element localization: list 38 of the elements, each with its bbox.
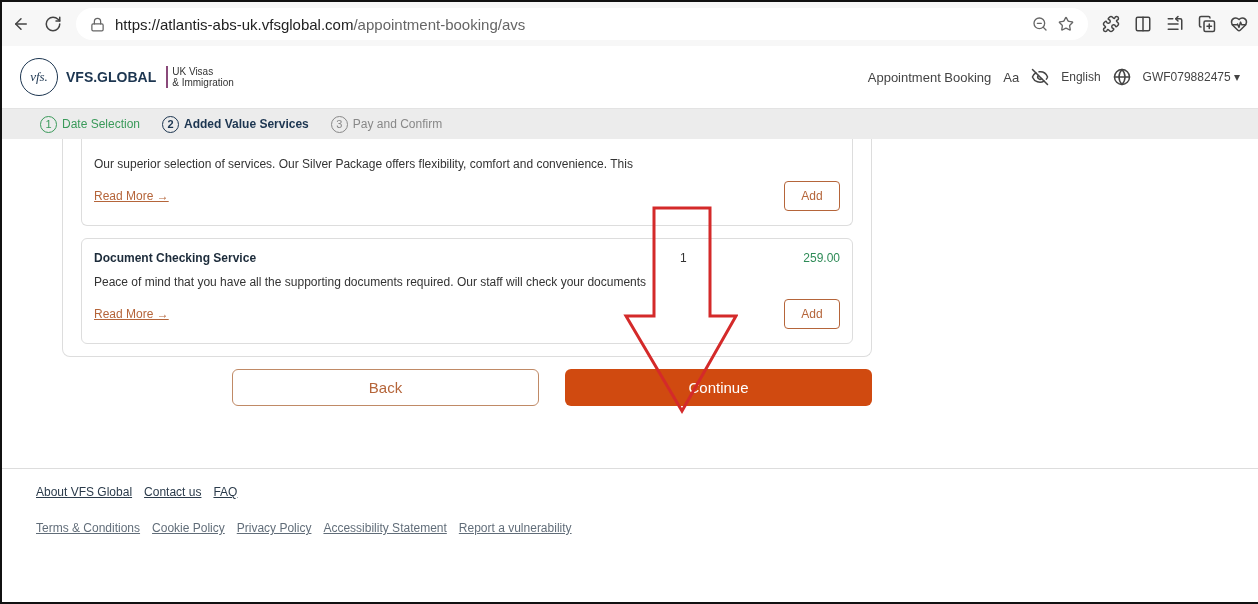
footer-link[interactable]: About VFS Global (36, 485, 133, 499)
back-icon[interactable] (12, 15, 30, 33)
add-button[interactable]: Add (784, 181, 840, 211)
heart-pulse-icon[interactable] (1230, 15, 1248, 33)
add-button[interactable]: Add (784, 299, 840, 329)
service-description: Our superior selection of services. Our Silver Package offers flexibility, comfort and convenience. This (94, 157, 634, 171)
quantity: 1 (680, 251, 688, 265)
read-more-link[interactable]: Read More → (94, 189, 169, 203)
favorites-icon[interactable] (1166, 15, 1184, 33)
footer-link[interactable]: Terms & Conditions (36, 521, 141, 535)
footer-link[interactable]: Report a vulnerability (458, 521, 572, 535)
service-description: Peace of mind that you have all the supporting documents required. Our staff will check your documents (94, 275, 648, 289)
language-selector[interactable]: English (1061, 70, 1101, 84)
partner-logo: UK Visas & Immigration (166, 66, 234, 88)
footer-link[interactable]: Contact us (144, 485, 202, 499)
read-more-link[interactable]: Read More → (94, 307, 169, 321)
footer-link[interactable]: Privacy Policy (236, 521, 312, 535)
footer-link[interactable]: Cookie Policy (152, 521, 225, 535)
eye-off-icon[interactable] (1031, 68, 1050, 86)
price: 259.00 (802, 251, 840, 265)
step-indicator[interactable]: 2 Added Value Services (162, 115, 309, 133)
footer-link[interactable]: FAQ (213, 485, 238, 499)
font-size-toggle[interactable]: Aa (1003, 69, 1020, 85)
step-indicator[interactable]: 3 Pay and Confirm (330, 115, 443, 133)
service-title: Document Checking Service (94, 251, 258, 265)
nav-link[interactable]: Appointment Booking (867, 69, 992, 85)
collections-icon[interactable] (1198, 15, 1216, 33)
continue-button[interactable]: Continue (565, 369, 872, 406)
step-indicator[interactable]: 1 Date Selection (40, 115, 141, 133)
account-menu[interactable]: GWF079882475 ▾ (1142, 70, 1240, 84)
split-screen-icon[interactable] (1134, 15, 1152, 33)
address-bar[interactable]: https://atlantis-abs-uk.vfsglobal.com/appointment-booking/avs (76, 8, 1088, 40)
globe-icon[interactable] (1112, 68, 1131, 86)
refresh-icon[interactable] (44, 15, 62, 33)
brand-name: VFS.GLOBAL (66, 69, 157, 85)
footer-link[interactable]: Accessibility Statement (323, 521, 447, 535)
back-button[interactable]: Back (232, 369, 539, 406)
puzzle-icon[interactable] (1102, 15, 1120, 33)
